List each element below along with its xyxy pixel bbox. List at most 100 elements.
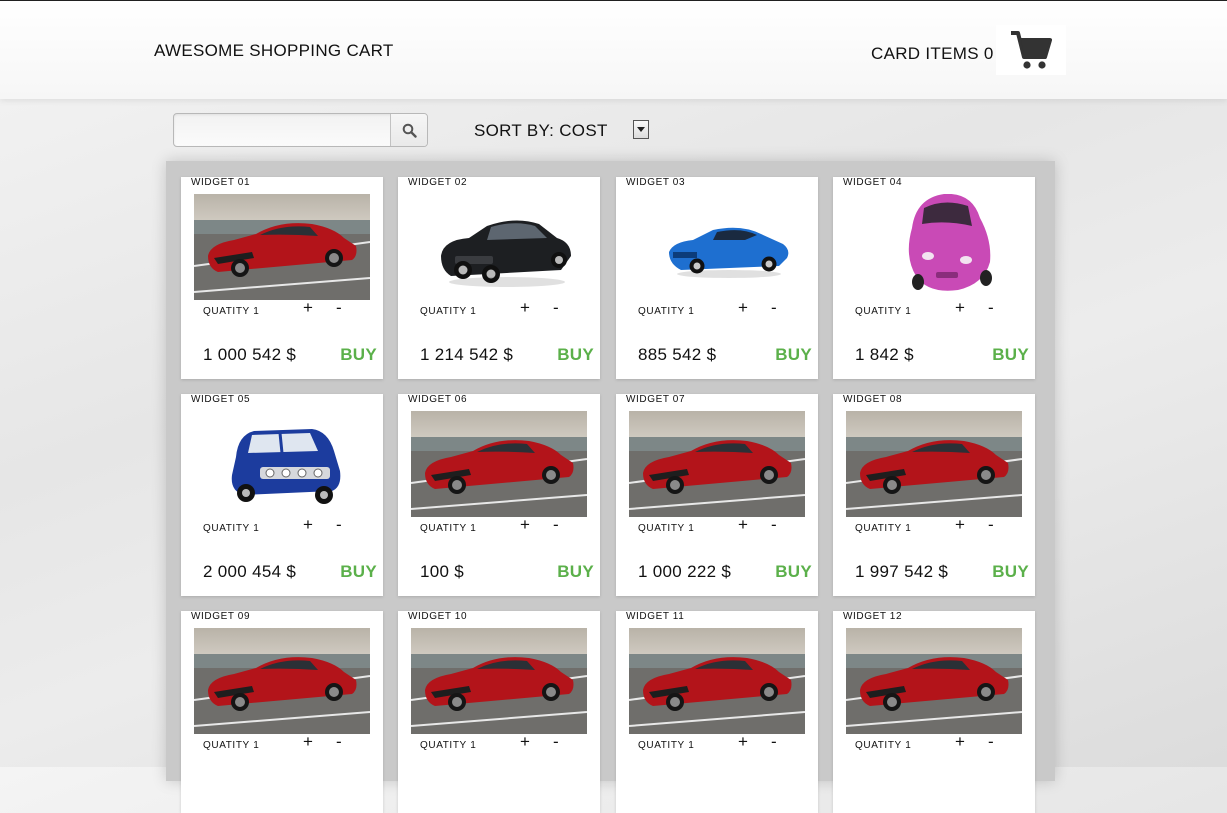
quantity-increase-button[interactable]: + bbox=[955, 298, 965, 318]
product-price: 1 214 542 $ bbox=[420, 345, 514, 364]
quantity-display: QUATITY 1 bbox=[855, 306, 911, 317]
product-title: WIDGET 03 bbox=[626, 177, 686, 188]
quantity-value: 1 bbox=[905, 306, 912, 317]
product-image[interactable] bbox=[411, 194, 587, 300]
product-card[interactable]: WIDGET 11 QUATITY 1 + - bbox=[616, 611, 818, 813]
quantity-decrease-button[interactable]: - bbox=[771, 515, 777, 535]
cart-button[interactable] bbox=[996, 25, 1066, 75]
buy-button[interactable]: BUY bbox=[340, 345, 377, 365]
product-title: WIDGET 02 bbox=[408, 177, 468, 188]
quantity-increase-button[interactable]: + bbox=[955, 515, 965, 535]
quantity-decrease-button[interactable]: - bbox=[771, 732, 777, 752]
product-image[interactable] bbox=[629, 411, 805, 517]
product-title: WIDGET 12 bbox=[843, 611, 903, 622]
quantity-label: QUATITY bbox=[855, 306, 902, 317]
quantity-label: QUATITY bbox=[203, 740, 250, 751]
quantity-decrease-button[interactable]: - bbox=[553, 298, 559, 318]
product-title: WIDGET 01 bbox=[191, 177, 251, 188]
buy-button[interactable]: BUY bbox=[557, 562, 594, 582]
product-card[interactable]: WIDGET 02 QUATITY 1 + - 1 214 542 $ BUY bbox=[398, 177, 600, 379]
quantity-decrease-button[interactable]: - bbox=[336, 298, 342, 318]
search-box bbox=[173, 113, 428, 147]
quantity-increase-button[interactable]: + bbox=[738, 732, 748, 752]
product-image[interactable] bbox=[194, 628, 370, 734]
product-image[interactable] bbox=[629, 628, 805, 734]
buy-button[interactable]: BUY bbox=[992, 345, 1029, 365]
quantity-increase-button[interactable]: + bbox=[738, 515, 748, 535]
quantity-value: 1 bbox=[470, 306, 477, 317]
product-image[interactable] bbox=[411, 628, 587, 734]
product-card[interactable]: WIDGET 04 QUATITY 1 + - 1 842 $ BUY bbox=[833, 177, 1035, 379]
product-image[interactable] bbox=[411, 411, 587, 517]
quantity-increase-button[interactable]: + bbox=[303, 732, 313, 752]
shopping-cart-icon bbox=[1011, 31, 1052, 69]
quantity-display: QUATITY 1 bbox=[203, 306, 259, 317]
product-card[interactable]: WIDGET 05 QUATITY 1 + - 2 000 454 $ BUY bbox=[181, 394, 383, 596]
quantity-label: QUATITY bbox=[855, 740, 902, 751]
product-price: 100 $ bbox=[420, 562, 465, 581]
quantity-decrease-button[interactable]: - bbox=[553, 732, 559, 752]
buy-button[interactable]: BUY bbox=[775, 562, 812, 582]
quantity-increase-button[interactable]: + bbox=[520, 298, 530, 318]
quantity-increase-button[interactable]: + bbox=[303, 515, 313, 535]
buy-button[interactable]: BUY bbox=[557, 345, 594, 365]
sort-dropdown-button[interactable] bbox=[633, 120, 649, 139]
quantity-increase-button[interactable]: + bbox=[738, 298, 748, 318]
product-card[interactable]: WIDGET 06 QUATITY 1 + - 100 $ BUY bbox=[398, 394, 600, 596]
search-input[interactable] bbox=[174, 114, 391, 146]
product-title: WIDGET 09 bbox=[191, 611, 251, 622]
quantity-increase-button[interactable]: + bbox=[520, 515, 530, 535]
buy-button[interactable]: BUY bbox=[775, 345, 812, 365]
buy-button[interactable]: BUY bbox=[340, 562, 377, 582]
quantity-value: 1 bbox=[905, 523, 912, 534]
quantity-label: QUATITY bbox=[638, 523, 685, 534]
product-card[interactable]: WIDGET 01 QUATITY 1 + - 1 000 542 $ BUY bbox=[181, 177, 383, 379]
product-card[interactable]: WIDGET 08 QUATITY 1 + - 1 997 542 $ BUY bbox=[833, 394, 1035, 596]
quantity-label: QUATITY bbox=[203, 523, 250, 534]
quantity-display: QUATITY 1 bbox=[855, 523, 911, 534]
product-title: WIDGET 07 bbox=[626, 394, 686, 405]
product-image[interactable] bbox=[629, 194, 805, 300]
product-image[interactable] bbox=[846, 411, 1022, 517]
product-image[interactable] bbox=[846, 194, 1022, 300]
product-price: 1 000 222 $ bbox=[638, 562, 732, 581]
cart-items-count: 0 bbox=[983, 44, 994, 63]
quantity-increase-button[interactable]: + bbox=[303, 298, 313, 318]
sort-label: SORT BY: bbox=[474, 121, 555, 140]
product-card[interactable]: WIDGET 09 QUATITY 1 + - bbox=[181, 611, 383, 813]
quantity-decrease-button[interactable]: - bbox=[336, 732, 342, 752]
product-card[interactable]: WIDGET 10 QUATITY 1 + - bbox=[398, 611, 600, 813]
product-title: WIDGET 08 bbox=[843, 394, 903, 405]
product-price: 885 542 $ bbox=[638, 345, 717, 364]
quantity-increase-button[interactable]: + bbox=[955, 732, 965, 752]
buy-button[interactable]: BUY bbox=[992, 562, 1029, 582]
cart-summary: CARD ITEMS 0 bbox=[871, 44, 994, 64]
product-title: WIDGET 11 bbox=[626, 611, 685, 622]
sort-value[interactable]: COST bbox=[559, 121, 607, 140]
quantity-display: QUATITY 1 bbox=[855, 740, 911, 751]
product-price: 1 997 542 $ bbox=[855, 562, 949, 581]
search-button[interactable] bbox=[390, 114, 427, 146]
quantity-decrease-button[interactable]: - bbox=[988, 515, 994, 535]
quantity-decrease-button[interactable]: - bbox=[336, 515, 342, 535]
quantity-label: QUATITY bbox=[203, 306, 250, 317]
quantity-decrease-button[interactable]: - bbox=[771, 298, 777, 318]
product-image[interactable] bbox=[846, 628, 1022, 734]
chevron-down-icon bbox=[637, 126, 645, 132]
product-title: WIDGET 05 bbox=[191, 394, 251, 405]
quantity-label: QUATITY bbox=[420, 523, 467, 534]
product-card[interactable]: WIDGET 12 QUATITY 1 + - bbox=[833, 611, 1035, 813]
quantity-decrease-button[interactable]: - bbox=[988, 298, 994, 318]
quantity-value: 1 bbox=[688, 523, 695, 534]
quantity-label: QUATITY bbox=[638, 306, 685, 317]
product-card[interactable]: WIDGET 03 QUATITY 1 + - 885 542 $ BUY bbox=[616, 177, 818, 379]
quantity-decrease-button[interactable]: - bbox=[553, 515, 559, 535]
quantity-value: 1 bbox=[688, 306, 695, 317]
product-card[interactable]: WIDGET 07 QUATITY 1 + - 1 000 222 $ BUY bbox=[616, 394, 818, 596]
brand-title: AWESOME SHOPPING CART bbox=[154, 41, 394, 60]
quantity-decrease-button[interactable]: - bbox=[988, 732, 994, 752]
quantity-increase-button[interactable]: + bbox=[520, 732, 530, 752]
product-image[interactable] bbox=[194, 411, 370, 517]
quantity-display: QUATITY 1 bbox=[420, 740, 476, 751]
product-image[interactable] bbox=[194, 194, 370, 300]
